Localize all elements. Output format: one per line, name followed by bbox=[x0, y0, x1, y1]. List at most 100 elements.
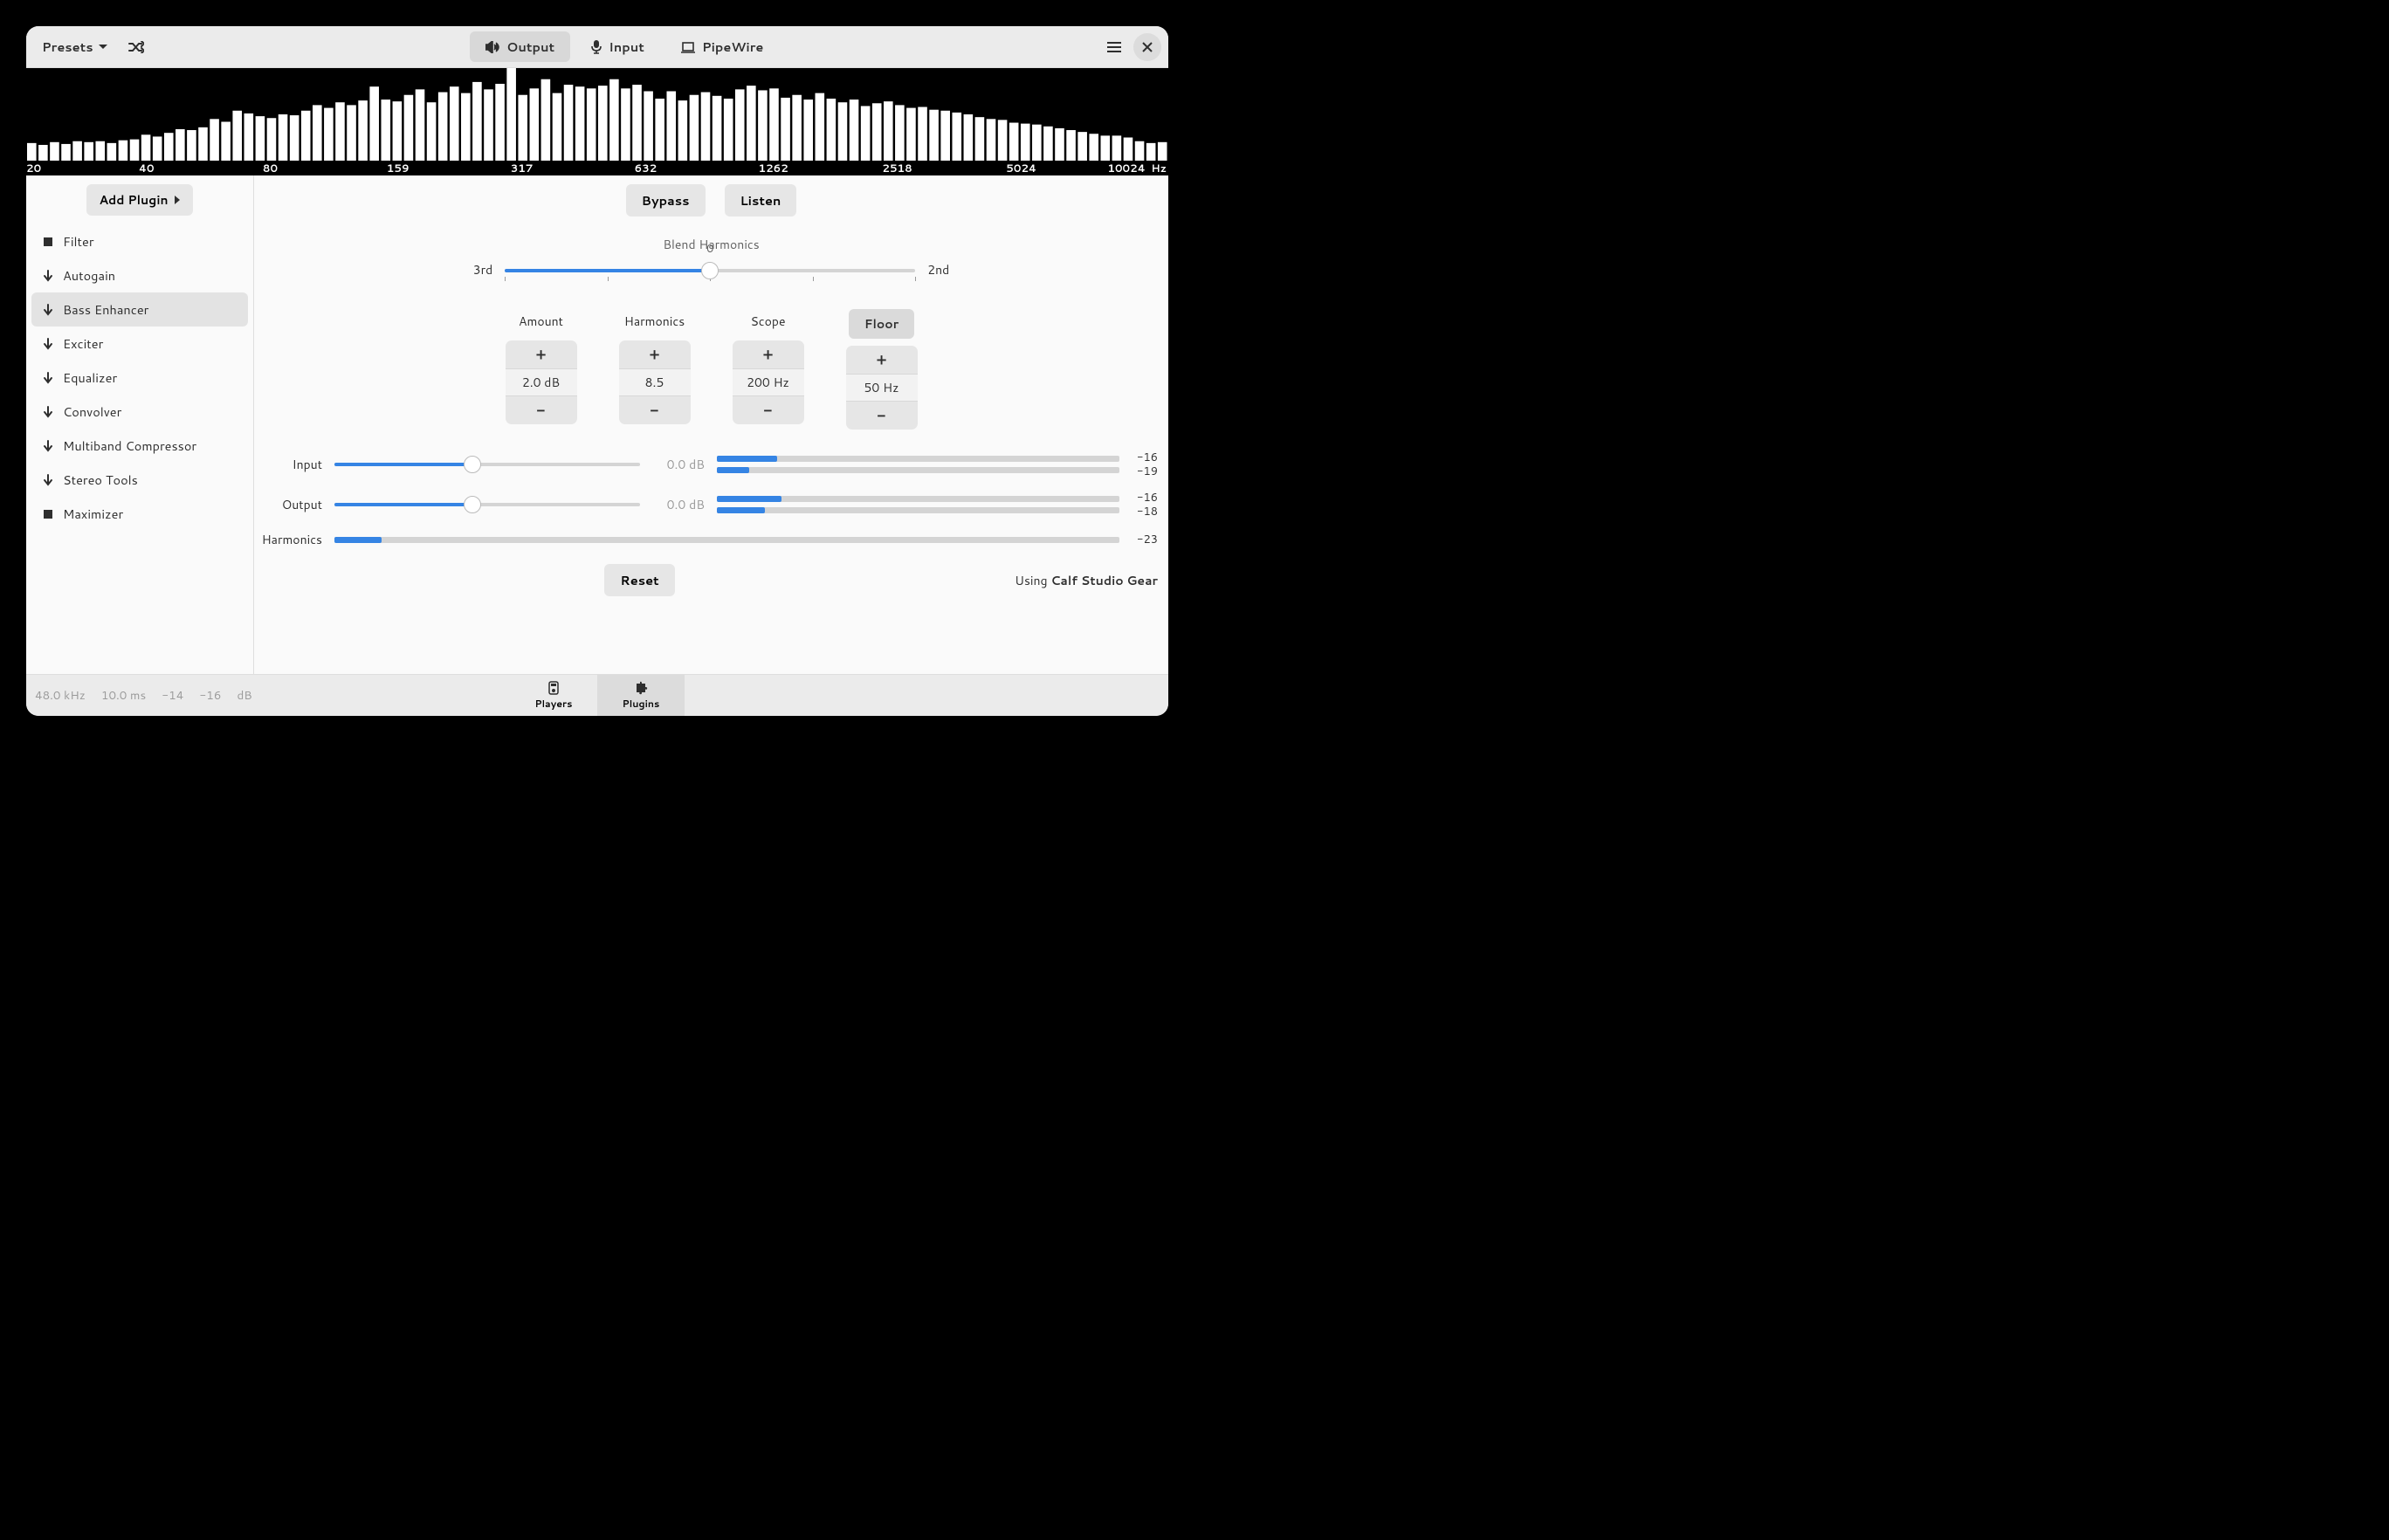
add-plugin-label: Add Plugin bbox=[99, 191, 168, 209]
floor-stepper-control: + 50 Hz − bbox=[846, 346, 918, 430]
sidebar-item-bass-enhancer[interactable]: Bass Enhancer bbox=[31, 292, 248, 327]
titlebar-left: Presets bbox=[33, 32, 149, 61]
amount-value[interactable]: 2.0 dB bbox=[506, 368, 577, 396]
plugin-item-label: Equalizer bbox=[63, 368, 117, 387]
amount-stepper: Amount + 2.0 dB − bbox=[506, 309, 577, 430]
tab-output[interactable]: Output bbox=[470, 31, 570, 62]
top-buttons: Bypass Listen bbox=[254, 184, 1168, 217]
floor-label[interactable]: Floor bbox=[849, 309, 914, 339]
floor-plus-button[interactable]: + bbox=[846, 346, 918, 374]
sidebar: Add Plugin Filter AutogainBass Enhancer Ex… bbox=[26, 175, 254, 674]
blend-thumb[interactable] bbox=[701, 262, 719, 279]
presets-button[interactable]: Presets bbox=[33, 32, 116, 61]
blend-fill bbox=[505, 269, 710, 272]
input-gain-slider[interactable] bbox=[334, 456, 640, 473]
square-icon bbox=[42, 510, 54, 519]
spectrum-freq-labels: 20408015931763212622518502410024Hz bbox=[26, 162, 1168, 175]
main-panel: Bypass Listen Blend Harmonics 3rd 0 2nd … bbox=[254, 175, 1168, 674]
bypass-button[interactable]: Bypass bbox=[626, 184, 706, 217]
add-plugin-button[interactable]: Add Plugin bbox=[86, 184, 192, 216]
footer-tab-plugins-label: Plugins bbox=[623, 697, 660, 711]
input-meter-row: Input 0.0 dB -16 -19 bbox=[254, 450, 1158, 478]
blend-left-label: 3rd bbox=[473, 261, 492, 278]
output-label: Output bbox=[254, 496, 322, 513]
sidebar-item-convolver[interactable]: Convolver bbox=[31, 395, 248, 429]
harmonics-label: Harmonics bbox=[617, 309, 692, 333]
scope-value[interactable]: 200 Hz bbox=[733, 368, 804, 396]
down-icon bbox=[42, 372, 54, 384]
harmonics-stepper-control: + 8.5 − bbox=[619, 340, 691, 424]
amount-stepper-control: + 2.0 dB − bbox=[506, 340, 577, 424]
amount-minus-button[interactable]: − bbox=[506, 396, 577, 424]
menu-button[interactable] bbox=[1100, 33, 1128, 61]
chevron-right-icon bbox=[174, 195, 181, 205]
input-gain-thumb[interactable] bbox=[464, 456, 481, 473]
status-unit: dB bbox=[237, 687, 251, 704]
floor-value[interactable]: 50 Hz bbox=[846, 374, 918, 402]
plugin-item-label: Stereo Tools bbox=[63, 471, 138, 489]
sidebar-item-multiband-compressor[interactable]: Multiband Compressor bbox=[31, 429, 248, 463]
scope-minus-button[interactable]: − bbox=[733, 396, 804, 424]
sidebar-item-equalizer[interactable]: Equalizer bbox=[31, 361, 248, 395]
puzzle-icon bbox=[634, 681, 648, 695]
status-level-l: -14 bbox=[162, 687, 183, 704]
shuffle-icon bbox=[128, 41, 144, 53]
down-icon bbox=[42, 406, 54, 418]
footer-tab-players-label: Players bbox=[535, 697, 573, 711]
tab-pipewire-label: PipeWire bbox=[702, 38, 763, 56]
microphone-icon bbox=[591, 40, 602, 54]
sidebar-item-filter[interactable]: Filter bbox=[31, 224, 248, 258]
tab-input[interactable]: Input bbox=[575, 31, 660, 62]
speaker-icon bbox=[485, 41, 499, 53]
player-icon bbox=[547, 681, 560, 695]
down-icon bbox=[42, 440, 54, 452]
sidebar-item-exciter[interactable]: Exciter bbox=[31, 327, 248, 361]
harmonics-minus-button[interactable]: − bbox=[619, 396, 691, 424]
status-samplerate: 48.0 kHz bbox=[35, 687, 86, 704]
bottom-row: Reset Using Calf Studio Gear bbox=[254, 564, 1168, 596]
reset-button[interactable]: Reset bbox=[604, 564, 674, 596]
harmonics-value[interactable]: 8.5 bbox=[619, 368, 691, 396]
plugin-item-label: Filter bbox=[63, 232, 94, 251]
knob-row: Amount + 2.0 dB − Harmonics + 8.5 − Scop… bbox=[254, 309, 1168, 430]
amount-plus-button[interactable]: + bbox=[506, 340, 577, 368]
sidebar-item-autogain[interactable]: Autogain bbox=[31, 258, 248, 292]
plugin-item-label: Exciter bbox=[63, 334, 103, 353]
scope-stepper: Scope + 200 Hz − bbox=[733, 309, 804, 430]
floor-minus-button[interactable]: − bbox=[846, 402, 918, 430]
blend-row: 3rd 0 2nd bbox=[254, 257, 1168, 283]
add-plugin-wrap: Add Plugin bbox=[26, 184, 253, 224]
harmonics-level-bar bbox=[334, 537, 1119, 543]
scope-plus-button[interactable]: + bbox=[733, 340, 804, 368]
input-level-values: -16 -19 bbox=[1132, 450, 1158, 478]
output-gain-thumb[interactable] bbox=[464, 496, 481, 513]
scope-stepper-control: + 200 Hz − bbox=[733, 340, 804, 424]
harmonics-label: Harmonics bbox=[254, 531, 322, 548]
shuffle-button[interactable] bbox=[123, 36, 149, 58]
status-latency: 10.0 ms bbox=[101, 687, 146, 704]
close-button[interactable] bbox=[1133, 33, 1161, 61]
footer-tab-players[interactable]: Players bbox=[510, 675, 597, 716]
footer-tab-plugins[interactable]: Plugins bbox=[597, 675, 685, 716]
input-gain-value: 0.0 dB bbox=[652, 456, 705, 473]
down-icon bbox=[42, 338, 54, 350]
body: Add Plugin Filter AutogainBass Enhancer Ex… bbox=[26, 175, 1168, 674]
hamburger-icon bbox=[1107, 42, 1121, 52]
down-icon bbox=[42, 474, 54, 486]
spectrum-analyzer: 20408015931763212622518502410024Hz bbox=[26, 68, 1168, 175]
output-gain-slider[interactable] bbox=[334, 496, 640, 513]
listen-button[interactable]: Listen bbox=[725, 184, 797, 217]
titlebar-tabs: Output Input PipeWire bbox=[149, 31, 1100, 62]
blend-value: 0 bbox=[706, 241, 713, 257]
sidebar-item-stereo-tools[interactable]: Stereo Tools bbox=[31, 463, 248, 497]
plugin-item-label: Convolver bbox=[63, 402, 121, 421]
blend-slider[interactable]: 0 bbox=[505, 257, 915, 283]
sidebar-item-maximizer[interactable]: Maximizer bbox=[31, 497, 248, 531]
plugin-list: Filter AutogainBass Enhancer Exciter Equali… bbox=[26, 224, 253, 531]
tab-pipewire[interactable]: PipeWire bbox=[665, 31, 779, 62]
plugin-credit: Using Calf Studio Gear bbox=[1015, 572, 1158, 589]
harmonics-plus-button[interactable]: + bbox=[619, 340, 691, 368]
floor-stepper: Floor + 50 Hz − bbox=[846, 309, 918, 430]
presets-label: Presets bbox=[42, 38, 93, 56]
meters: Input 0.0 dB -16 -19 bbox=[254, 450, 1168, 548]
